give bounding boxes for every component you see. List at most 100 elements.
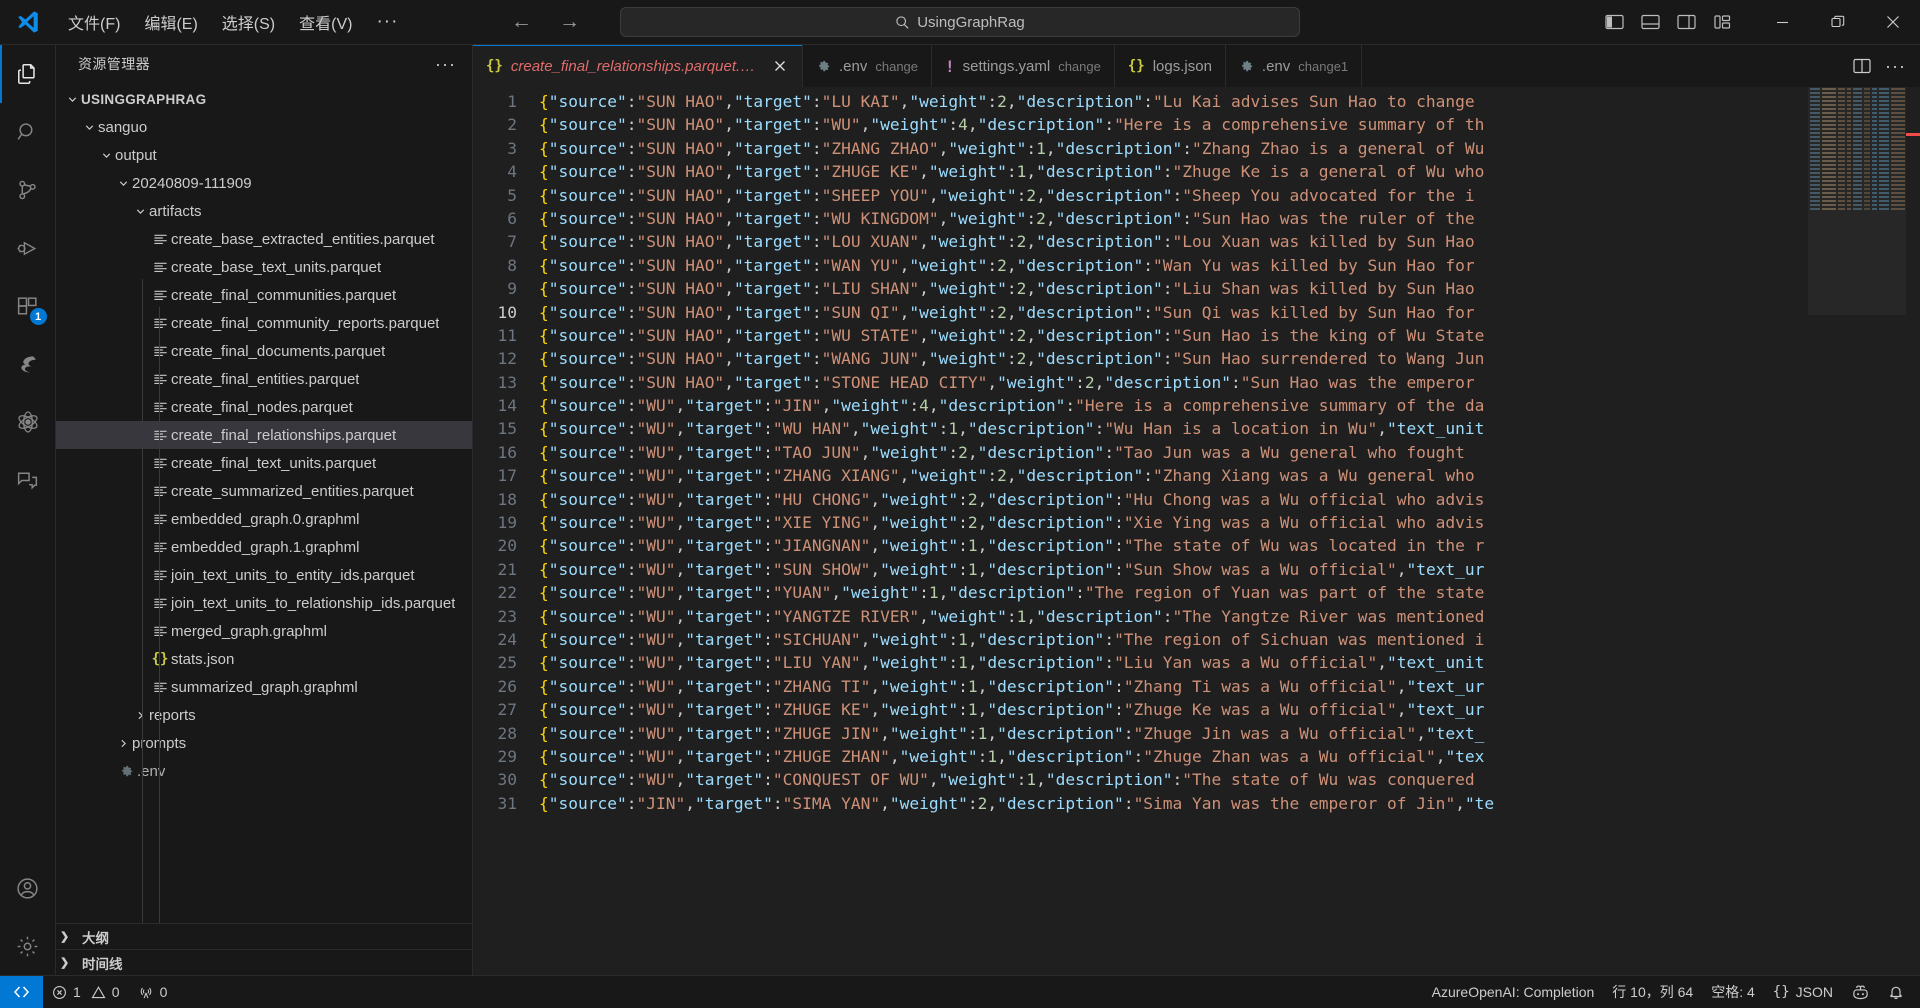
code-line[interactable]: 27 {"source":"WU","target":"ZHUGE KE","we… <box>473 698 1920 721</box>
code-line[interactable]: 16 {"source":"WU","target":"TAO JUN","wei… <box>473 441 1920 464</box>
code-line[interactable]: 20 {"source":"WU","target":"JIANGNAN","we… <box>473 534 1920 557</box>
code-line[interactable]: 18 {"source":"WU","target":"HU CHONG","we… <box>473 488 1920 511</box>
customize-layout-icon[interactable] <box>1711 11 1733 33</box>
code-line[interactable]: 14 {"source":"WU","target":"JIN","weight"… <box>473 394 1920 417</box>
code-line[interactable]: 13 {"source":"SUN HAO","target":"STONE HE… <box>473 371 1920 394</box>
menu-bar[interactable]: 文件(F) 编辑(E) 选择(S) 查看(V) ··· <box>56 6 410 38</box>
copilot-status[interactable] <box>1842 976 1879 1008</box>
tree-folder-usinggraphrag[interactable]: USINGGRAPHRAG <box>56 85 472 113</box>
code-line[interactable]: 24 {"source":"WU","target":"SICHUAN","wei… <box>473 628 1920 651</box>
tree-file-create-final-relationships-parquet[interactable]: create_final_relationships.parquet <box>56 421 472 449</box>
activitybar-item-extensions[interactable]: 1 <box>0 277 56 335</box>
tree-file-create-base-text-units-parquet[interactable]: create_base_text_units.parquet <box>56 253 472 281</box>
ports-status[interactable]: 0 <box>129 976 177 1008</box>
chevron-right-icon[interactable] <box>115 738 132 749</box>
activitybar-item-explorer[interactable] <box>0 45 56 103</box>
language-mode-status[interactable]: {} JSON <box>1764 976 1842 1008</box>
code-line[interactable]: 22 {"source":"WU","target":"YUAN","weight… <box>473 581 1920 604</box>
code-line[interactable]: 1 {"source":"SUN HAO","target":"LU KAI","… <box>473 90 1920 113</box>
menu-file[interactable]: 文件(F) <box>56 6 132 38</box>
minimize-button[interactable] <box>1755 0 1810 45</box>
tree-file-embedded-graph-1-graphml[interactable]: embedded_graph.1.graphml <box>56 533 472 561</box>
tab-close-icon[interactable] <box>773 59 789 73</box>
code-line[interactable]: 6 {"source":"SUN HAO","target":"WU KINGDO… <box>473 207 1920 230</box>
tree-file--env[interactable]: .env <box>56 757 472 785</box>
code-line[interactable]: 3 {"source":"SUN HAO","target":"ZHANG ZHA… <box>473 137 1920 160</box>
code-line[interactable]: 5 {"source":"SUN HAO","target":"SHEEP YOU… <box>473 184 1920 207</box>
minimap-slider[interactable] <box>1808 87 1906 315</box>
code-line[interactable]: 25 {"source":"WU","target":"LIU YAN","wei… <box>473 651 1920 674</box>
tree-file-create-final-nodes-parquet[interactable]: create_final_nodes.parquet <box>56 393 472 421</box>
code-line[interactable]: 15 {"source":"WU","target":"WU HAN","weig… <box>473 417 1920 440</box>
file-tree[interactable]: USINGGRAPHRAG sanguo output 20240809-111909… <box>56 83 472 923</box>
go-back-icon[interactable]: ← <box>510 10 532 34</box>
toggle-primary-sidebar-icon[interactable] <box>1603 11 1625 33</box>
activitybar-item-run-and-debug[interactable] <box>0 219 56 277</box>
indentation-status[interactable]: 空格: 4 <box>1702 976 1764 1008</box>
activitybar-item-atom-graph[interactable] <box>0 393 56 451</box>
code-line[interactable]: 23 {"source":"WU","target":"YANGTZE RIVER… <box>473 605 1920 628</box>
code-line[interactable]: 19 {"source":"WU","target":"XIE YING","we… <box>473 511 1920 534</box>
toggle-secondary-sidebar-icon[interactable] <box>1675 11 1697 33</box>
tree-folder-prompts[interactable]: prompts <box>56 729 472 757</box>
split-editor-icon[interactable] <box>1853 58 1871 74</box>
chevron-down-icon[interactable] <box>98 150 115 161</box>
editor-tab--env-change[interactable]: .env change <box>803 45 933 87</box>
menu-selection[interactable]: 选择(S) <box>210 6 287 38</box>
code-line[interactable]: 31 {"source":"JIN","target":"SIMA YAN","w… <box>473 792 1920 815</box>
chevron-down-icon[interactable] <box>81 122 98 133</box>
editor-tab-create-final-relationships-parquet-as-json-1[interactable]: {} create_final_relationships.parquet.as.… <box>473 45 803 87</box>
code-line[interactable]: 4 {"source":"SUN HAO","target":"ZHUGE KE"… <box>473 160 1920 183</box>
tree-file-merged-graph-graphml[interactable]: merged_graph.graphml <box>56 617 472 645</box>
go-forward-icon[interactable]: → <box>558 10 580 34</box>
chevron-right-icon[interactable] <box>132 710 149 721</box>
tree-folder-artifacts[interactable]: artifacts <box>56 197 472 225</box>
toggle-panel-icon[interactable] <box>1639 11 1661 33</box>
activitybar-item-sourcery[interactable] <box>0 335 56 393</box>
outline-panel-header[interactable]: ❯ 大纲 <box>56 923 472 949</box>
tree-file-create-summarized-entities-parquet[interactable]: create_summarized_entities.parquet <box>56 477 472 505</box>
editor-tab-logs-json[interactable]: {} logs.json <box>1114 45 1226 87</box>
tree-file-create-final-documents-parquet[interactable]: create_final_documents.parquet <box>56 337 472 365</box>
tree-folder-output[interactable]: output <box>56 141 472 169</box>
activitybar-item-source-control[interactable] <box>0 161 56 219</box>
remote-window-button[interactable] <box>0 975 43 1008</box>
tree-file-create-final-text-units-parquet[interactable]: create_final_text_units.parquet <box>56 449 472 477</box>
chevron-down-icon[interactable] <box>132 206 149 217</box>
restore-button[interactable] <box>1810 0 1865 45</box>
notifications-status[interactable] <box>1879 976 1920 1008</box>
code-line[interactable]: 8 {"source":"SUN HAO","target":"WAN YU","… <box>473 254 1920 277</box>
editor-tab--env-change1[interactable]: .env change1 <box>1225 45 1363 87</box>
code-line[interactable]: 2 {"source":"SUN HAO","target":"WU","weig… <box>473 113 1920 136</box>
activitybar-item-manage[interactable] <box>0 917 56 975</box>
code-surface[interactable]: 1 {"source":"SUN HAO","target":"LU KAI","… <box>473 87 1920 975</box>
code-line[interactable]: 17 {"source":"WU","target":"ZHANG XIANG",… <box>473 464 1920 487</box>
tree-file-create-final-community-reports-parquet[interactable]: create_final_community_reports.parquet <box>56 309 472 337</box>
menu-edit[interactable]: 编辑(E) <box>132 6 209 38</box>
code-line[interactable]: 12 {"source":"SUN HAO","target":"WANG JUN… <box>473 347 1920 370</box>
command-center[interactable]: UsingGraphRag <box>620 7 1300 37</box>
activitybar-item-accounts[interactable] <box>0 859 56 917</box>
code-line[interactable]: 9 {"source":"SUN HAO","target":"LIU SHAN"… <box>473 277 1920 300</box>
azure-openai-status[interactable]: AzureOpenAI: Completion <box>1423 976 1604 1008</box>
timeline-panel-header[interactable]: ❯ 时间线 <box>56 949 472 975</box>
tree-folder-20240809-111909[interactable]: 20240809-111909 <box>56 169 472 197</box>
tree-file-stats-json[interactable]: {}stats.json <box>56 645 472 673</box>
code-line[interactable]: 10 {"source":"SUN HAO","target":"SUN QI",… <box>473 301 1920 324</box>
editor-tab-settings-yaml-change[interactable]: ! settings.yaml change <box>932 45 1115 87</box>
editor-vertical-scrollbar[interactable] <box>1906 87 1920 975</box>
menu-overflow-button[interactable]: ··· <box>364 11 410 33</box>
tab-bar[interactable]: {} create_final_relationships.parquet.as.… <box>473 45 1920 87</box>
code-editor[interactable]: 1 {"source":"SUN HAO","target":"LU KAI","… <box>473 87 1920 975</box>
code-line[interactable]: 21 {"source":"WU","target":"SUN SHOW","we… <box>473 558 1920 581</box>
close-button[interactable] <box>1865 0 1920 45</box>
code-lines[interactable]: 1 {"source":"SUN HAO","target":"LU KAI","… <box>473 87 1920 815</box>
tree-file-create-base-extracted-entities-parquet[interactable]: create_base_extracted_entities.parquet <box>56 225 472 253</box>
code-line[interactable]: 11 {"source":"SUN HAO","target":"WU STATE… <box>473 324 1920 347</box>
code-line[interactable]: 30 {"source":"WU","target":"CONQUEST OF W… <box>473 768 1920 791</box>
tree-file-join-text-units-to-relationship-ids-parquet[interactable]: join_text_units_to_relationship_ids.parq… <box>56 589 472 617</box>
tree-folder-sanguo[interactable]: sanguo <box>56 113 472 141</box>
code-line[interactable]: 28 {"source":"WU","target":"ZHUGE JIN","w… <box>473 722 1920 745</box>
minimap[interactable] <box>1808 87 1906 975</box>
cursor-position-status[interactable]: 行 10，列 64 <box>1603 976 1702 1008</box>
